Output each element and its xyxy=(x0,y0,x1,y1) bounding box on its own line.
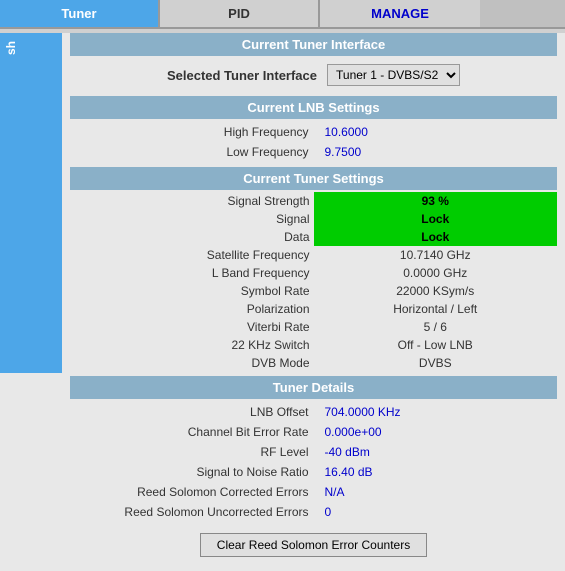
signal-strength-row: Signal Strength 93 % xyxy=(70,192,557,210)
reed-solomon-corrected-value: N/A xyxy=(315,483,556,501)
current-tuner-settings-header: Current Tuner Settings xyxy=(70,167,557,190)
tuner-details-header: Tuner Details xyxy=(70,376,557,399)
side-panel: sh xyxy=(0,33,62,373)
side-panel-text: sh xyxy=(0,33,22,63)
signal-strength-label: Signal Strength xyxy=(70,192,314,210)
signal-label: Signal xyxy=(70,210,314,228)
signal-to-noise-ratio-row: Signal to Noise Ratio 16.40 dB xyxy=(72,463,555,481)
polarization-label: Polarization xyxy=(70,300,314,318)
reed-solomon-uncorrected-label: Reed Solomon Uncorrected Errors xyxy=(72,503,313,521)
lnb-table: High Frequency 10.6000 Low Frequency 9.7… xyxy=(70,121,557,163)
symbol-rate-value: 22000 KSym/s xyxy=(314,282,558,300)
tab-pid[interactable]: PID xyxy=(160,0,320,27)
rf-level-label: RF Level xyxy=(72,443,313,461)
22khz-switch-value: Off - Low LNB xyxy=(314,336,558,354)
polarization-row: Polarization Horizontal / Left xyxy=(70,300,557,318)
dvb-mode-value: DVBS xyxy=(314,354,558,372)
tab-tuner-label: Tuner xyxy=(61,6,96,21)
signal-to-noise-ratio-label: Signal to Noise Ratio xyxy=(72,463,313,481)
polarization-value: Horizontal / Left xyxy=(314,300,558,318)
reed-solomon-corrected-label: Reed Solomon Corrected Errors xyxy=(72,483,313,501)
tab-pid-label: PID xyxy=(228,6,250,21)
tuner-settings-table: Signal Strength 93 % Signal Lock Data Lo… xyxy=(70,192,557,372)
reed-solomon-uncorrected-value: 0 xyxy=(315,503,556,521)
l-band-freq-row: L Band Frequency 0.0000 GHz xyxy=(70,264,557,282)
signal-row: Signal Lock xyxy=(70,210,557,228)
selected-tuner-row: Selected Tuner Interface Tuner 1 - DVBS/… xyxy=(70,58,557,92)
symbol-rate-row: Symbol Rate 22000 KSym/s xyxy=(70,282,557,300)
tab-manage-label: MANAGE xyxy=(371,6,429,21)
l-band-freq-label: L Band Frequency xyxy=(70,264,314,282)
satellite-freq-row: Satellite Frequency 10.7140 GHz xyxy=(70,246,557,264)
signal-to-noise-ratio-value: 16.40 dB xyxy=(315,463,556,481)
dvb-mode-row: DVB Mode DVBS xyxy=(70,354,557,372)
clear-reed-solomon-label: Clear Reed Solomon Error Counters xyxy=(217,538,410,552)
tuner-details-table: LNB Offset 704.0000 KHz Channel Bit Erro… xyxy=(70,401,557,523)
data-row: Data Lock xyxy=(70,228,557,246)
22khz-switch-label: 22 KHz Switch xyxy=(70,336,314,354)
lnb-row-low-freq: Low Frequency 9.7500 xyxy=(72,143,555,161)
reed-solomon-uncorrected-row: Reed Solomon Uncorrected Errors 0 xyxy=(72,503,555,521)
dvb-mode-label: DVB Mode xyxy=(70,354,314,372)
low-freq-value: 9.7500 xyxy=(315,143,556,161)
channel-bit-error-rate-label: Channel Bit Error Rate xyxy=(72,423,313,441)
tab-tuner[interactable]: Tuner xyxy=(0,0,160,27)
main-content: Current Tuner Interface Selected Tuner I… xyxy=(70,33,557,557)
signal-value: Lock xyxy=(314,210,558,228)
rf-level-value: -40 dBm xyxy=(315,443,556,461)
current-tuner-interface-header: Current Tuner Interface xyxy=(70,33,557,56)
rf-level-row: RF Level -40 dBm xyxy=(72,443,555,461)
tab-bar: Tuner PID MANAGE xyxy=(0,0,565,29)
lnb-offset-value: 704.0000 KHz xyxy=(315,403,556,421)
signal-strength-value: 93 % xyxy=(314,192,558,210)
tuner-select[interactable]: Tuner 1 - DVBS/S2Tuner 2 - DVBS/S2 xyxy=(327,64,460,86)
high-freq-label: High Frequency xyxy=(72,123,313,141)
data-value: Lock xyxy=(314,228,558,246)
lnb-offset-row: LNB Offset 704.0000 KHz xyxy=(72,403,555,421)
low-freq-label: Low Frequency xyxy=(72,143,313,161)
22khz-switch-row: 22 KHz Switch Off - Low LNB xyxy=(70,336,557,354)
channel-bit-error-rate-value: 0.000e+00 xyxy=(315,423,556,441)
l-band-freq-value: 0.0000 GHz xyxy=(314,264,558,282)
satellite-freq-value: 10.7140 GHz xyxy=(314,246,558,264)
current-lnb-settings-header: Current LNB Settings xyxy=(70,96,557,119)
lnb-offset-label: LNB Offset xyxy=(72,403,313,421)
viterbi-rate-row: Viterbi Rate 5 / 6 xyxy=(70,318,557,336)
lnb-row-high-freq: High Frequency 10.6000 xyxy=(72,123,555,141)
clear-reed-solomon-button[interactable]: Clear Reed Solomon Error Counters xyxy=(200,533,427,557)
tab-manage[interactable]: MANAGE xyxy=(320,0,480,27)
viterbi-rate-label: Viterbi Rate xyxy=(70,318,314,336)
reed-solomon-corrected-row: Reed Solomon Corrected Errors N/A xyxy=(72,483,555,501)
selected-tuner-label: Selected Tuner Interface xyxy=(167,68,317,83)
symbol-rate-label: Symbol Rate xyxy=(70,282,314,300)
data-label: Data xyxy=(70,228,314,246)
high-freq-value: 10.6000 xyxy=(315,123,556,141)
content-area: sh Current Tuner Interface Selected Tune… xyxy=(0,33,565,571)
satellite-freq-label: Satellite Frequency xyxy=(70,246,314,264)
viterbi-rate-value: 5 / 6 xyxy=(314,318,558,336)
channel-bit-error-rate-row: Channel Bit Error Rate 0.000e+00 xyxy=(72,423,555,441)
